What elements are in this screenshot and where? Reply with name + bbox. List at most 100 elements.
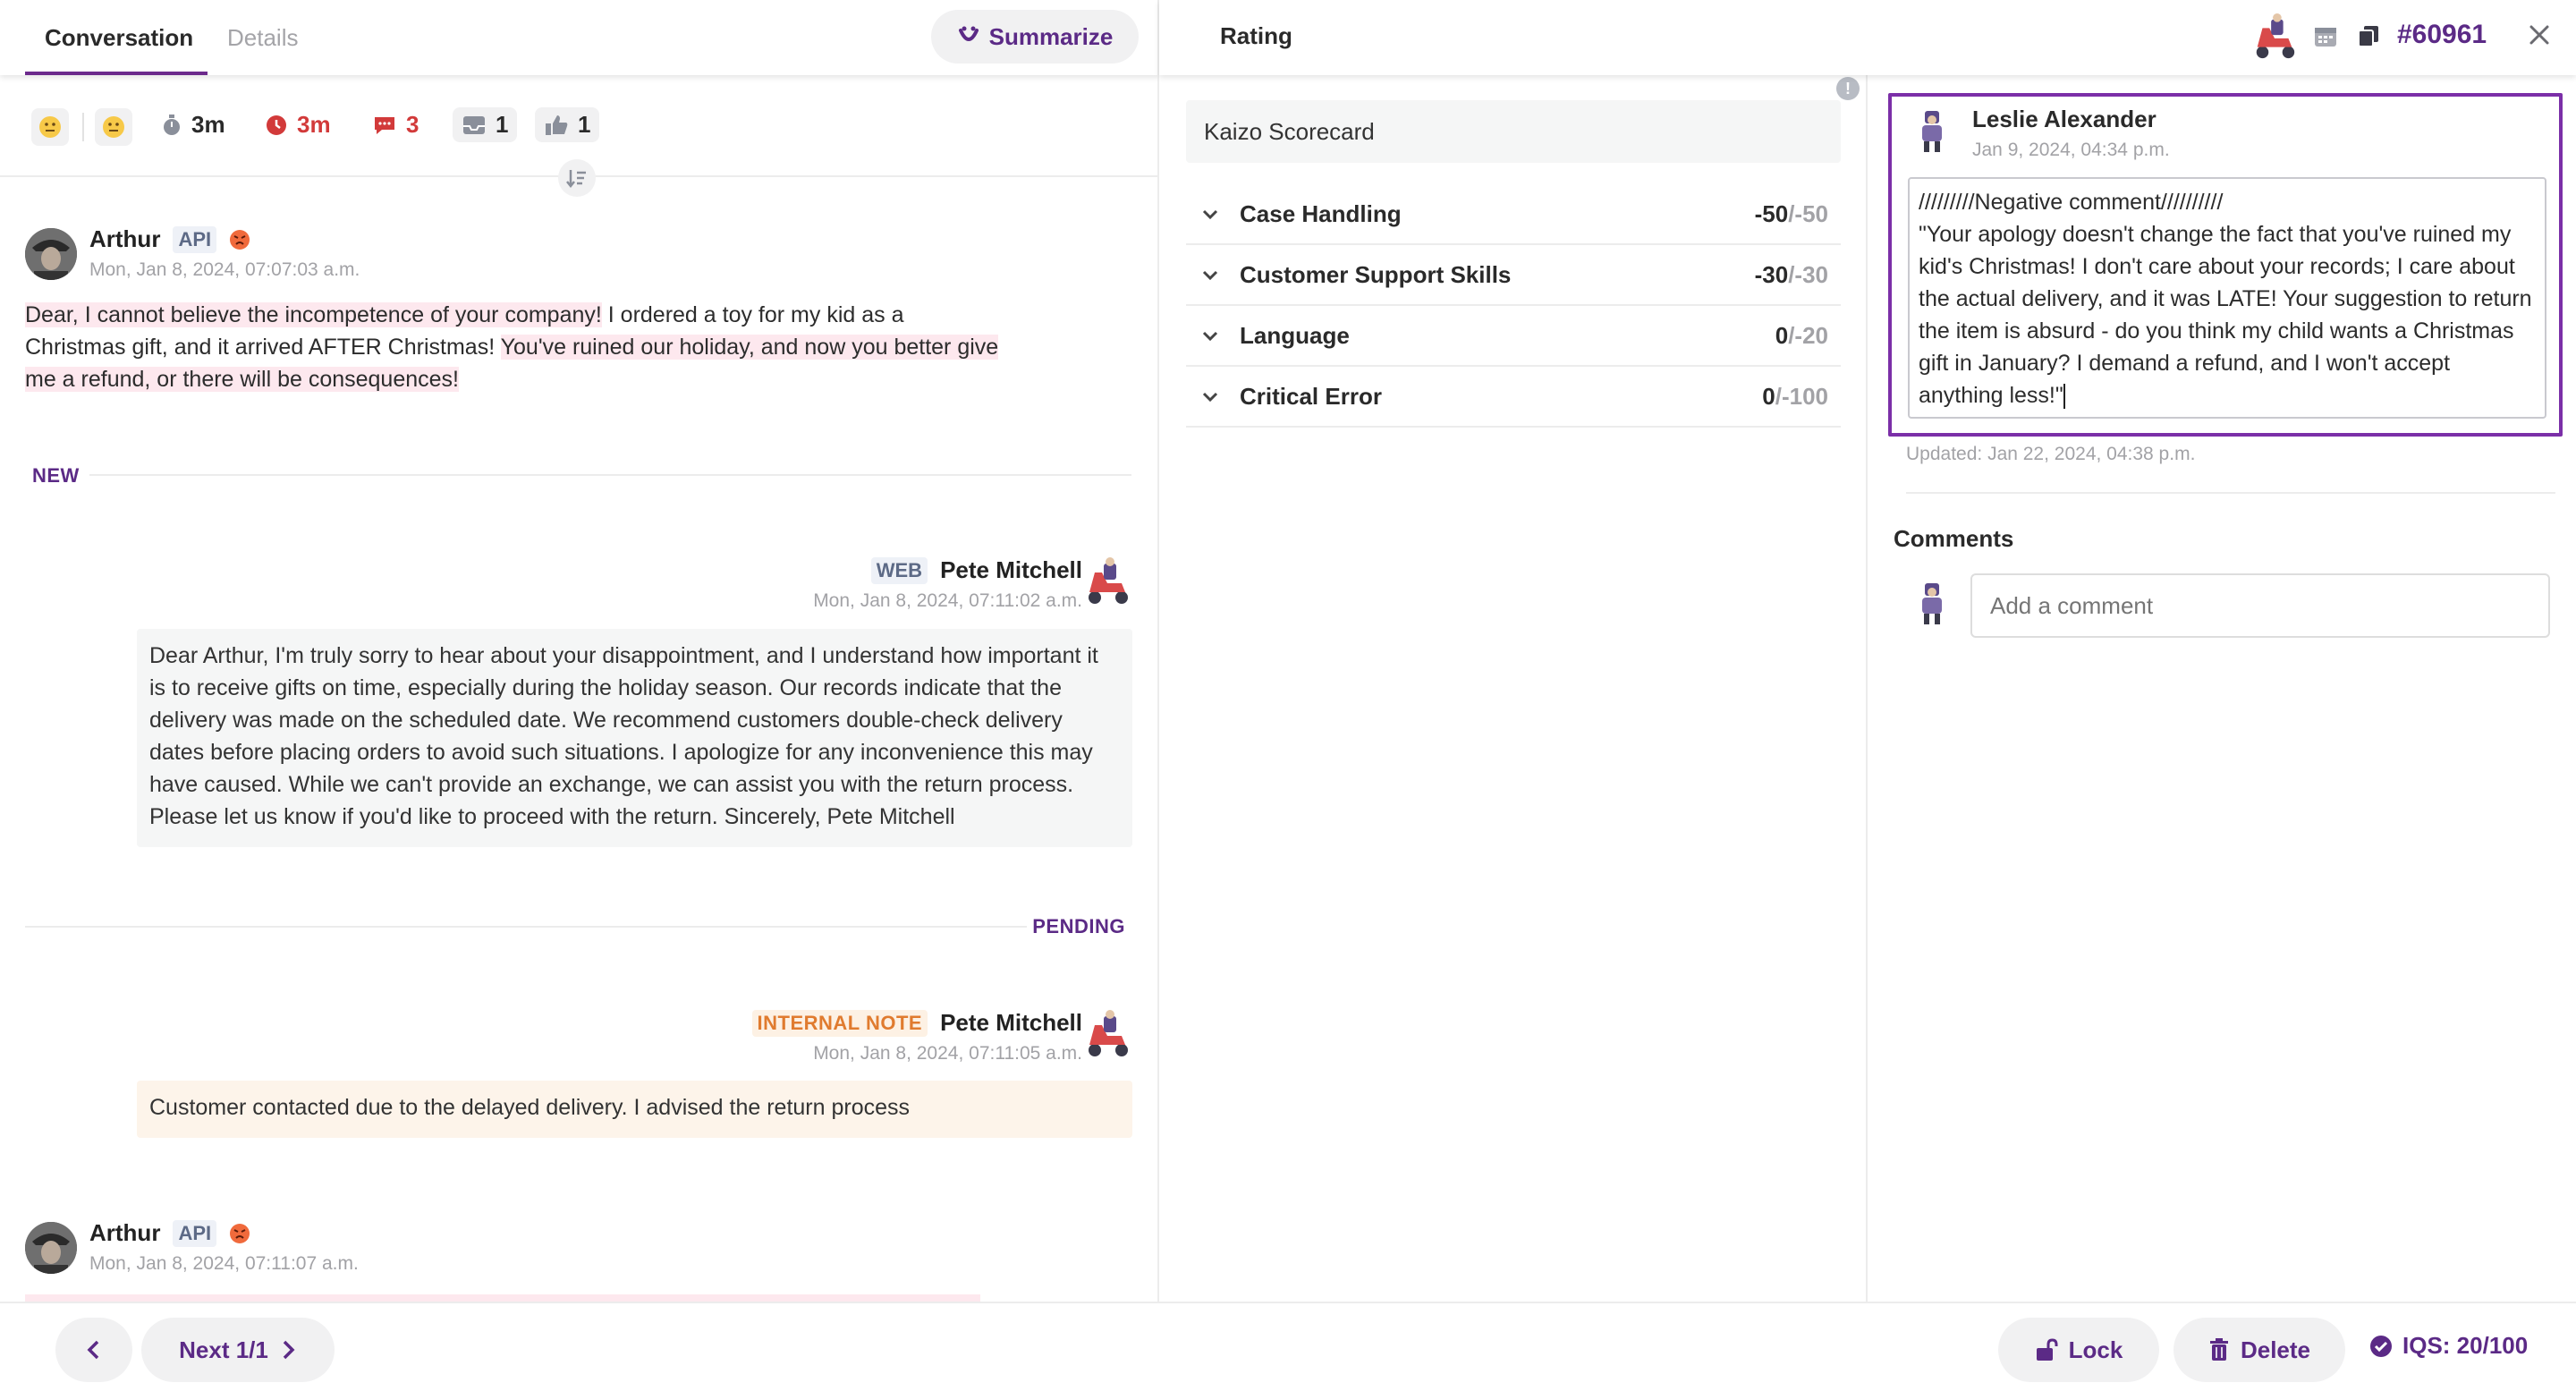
tickets-stat[interactable]: 1 [453, 107, 518, 142]
ticket-id[interactable]: #60961 [2397, 20, 2487, 50]
next-button[interactable]: Next 1/1 [141, 1318, 335, 1382]
response-time-stat: 3m [265, 111, 331, 139]
handle-time-stat: 3m [161, 111, 225, 139]
sort-order-button[interactable] [558, 159, 596, 197]
rating-header: Rating #60961 [1159, 0, 2576, 75]
lock-label: Lock [2068, 1336, 2123, 1363]
chevron-down-icon [1202, 331, 1218, 342]
internal-note-badge: INTERNAL NOTE [751, 1009, 928, 1037]
summarize-label: Summarize [988, 22, 1114, 50]
review-updated: Updated: Jan 22, 2024, 04:38 p.m. [1906, 444, 2196, 464]
avatar-arthur [25, 228, 77, 280]
category-name: Language [1240, 321, 1350, 349]
divider-line [1906, 492, 2555, 494]
category-name: Customer Support Skills [1240, 260, 1512, 288]
category-score: 0/-100 [1762, 382, 1828, 410]
score-row-critical-error[interactable]: Critical Error 0/-100 [1186, 367, 1841, 428]
messages-value: 3 [406, 111, 419, 138]
message-2-bubble: Dear Arthur, I'm truly sorry to hear abo… [137, 629, 1132, 847]
lock-button[interactable]: Lock [1998, 1318, 2159, 1382]
stats-divider [82, 113, 84, 141]
chevron-left-icon [87, 1340, 99, 1360]
review-comment-textarea[interactable]: /////////Negative comment////////// "You… [1908, 177, 2546, 419]
reviewer-avatar [1915, 109, 1949, 154]
review-text: "Your apology doesn't change the fact th… [1919, 222, 2532, 410]
message-timestamp: Mon, Jan 8, 2024, 07:11:05 a.m. [813, 1043, 1082, 1064]
tickets-value: 1 [496, 111, 509, 138]
message-timestamp: Mon, Jan 8, 2024, 07:07:03 a.m. [89, 259, 360, 280]
sparkle-icon [958, 26, 979, 41]
likes-stat[interactable]: 1 [535, 107, 600, 142]
message-timestamp: Mon, Jan 8, 2024, 07:11:02 a.m. [813, 590, 1082, 611]
calendar-icon[interactable] [2313, 23, 2338, 48]
category-score: -30/-30 [1754, 260, 1828, 288]
summarize-button[interactable]: Summarize [931, 10, 1139, 64]
message-text: I ordered a toy for my kid as a [601, 302, 904, 327]
rating-title: Rating [1220, 22, 1292, 49]
score-row-case-handling[interactable]: Case Handling -50/-50 [1186, 184, 1841, 245]
trash-icon [2209, 1338, 2228, 1361]
divider-pending-label: PENDING [1032, 915, 1125, 937]
score-row-customer-support-skills[interactable]: Customer Support Skills -30/-30 [1186, 245, 1841, 306]
agent-avatar-icon[interactable] [2250, 13, 2299, 61]
review-line: /////////Negative comment////////// [1919, 190, 2224, 215]
divider-line [25, 926, 1027, 928]
copy-icon[interactable] [2356, 23, 2381, 48]
chevron-right-icon [283, 1340, 295, 1360]
delete-button[interactable]: Delete [2174, 1318, 2345, 1382]
text-cursor [2063, 384, 2065, 410]
category-name: Case Handling [1240, 199, 1402, 227]
avatar-arthur [25, 1222, 77, 1274]
conversation-header: Conversation Details Summarize [0, 0, 1157, 75]
current-user-avatar [1915, 581, 1949, 626]
comment-input[interactable] [1970, 573, 2550, 638]
channel-badge: API [173, 1219, 217, 1247]
angry-face-icon [230, 229, 250, 250]
conversation-panel: Conversation Details Summarize 3m 3m 3 1… [0, 0, 1159, 1302]
info-icon[interactable]: ! [1836, 77, 1860, 100]
iqs-label: IQS: 20/100 [2402, 1332, 2529, 1359]
review-date: Jan 9, 2024, 04:34 p.m. [1972, 140, 2170, 160]
sentiment-neutral-agent-icon[interactable] [95, 108, 132, 146]
thumbs-up-icon [546, 115, 568, 135]
clock-alert-icon [267, 115, 286, 135]
sort-icon [566, 170, 586, 189]
review-card: Leslie Alexander Jan 9, 2024, 04:34 p.m.… [1888, 93, 2563, 437]
author-name: Pete Mitchell [940, 556, 1082, 583]
divider-new-label: NEW [32, 464, 80, 487]
chat-bubble-icon [375, 116, 394, 134]
highlighted-text: Dear, I cannot believe the incompetence … [25, 302, 602, 327]
message-1-body: Dear, I cannot believe the incompetence … [25, 299, 1063, 395]
delete-label: Delete [2240, 1336, 2311, 1363]
chevron-down-icon [1202, 270, 1218, 281]
message-3-header: INTERNAL NOTE Pete Mitchell [751, 1009, 1082, 1037]
iqs-score[interactable]: IQS: 20/100 [2368, 1332, 2528, 1360]
highlighted-text-cutoff [25, 1294, 980, 1302]
channel-badge: WEB [870, 556, 928, 584]
score-row-language[interactable]: Language 0/-20 [1186, 306, 1841, 367]
close-icon[interactable] [2528, 23, 2551, 47]
next-label: Next 1/1 [179, 1336, 268, 1363]
chevron-down-icon [1202, 209, 1218, 220]
chevron-down-icon [1202, 392, 1218, 403]
category-name: Critical Error [1240, 382, 1382, 410]
angry-face-icon [230, 1223, 250, 1243]
scorecard-name[interactable]: Kaizo Scorecard [1186, 100, 1841, 163]
message-4-header: Arthur API [89, 1219, 250, 1247]
sentiment-neutral-icon[interactable] [31, 108, 69, 146]
previous-button[interactable] [55, 1318, 132, 1382]
author-name: Arthur [89, 225, 161, 252]
message-timestamp: Mon, Jan 8, 2024, 07:11:07 a.m. [89, 1253, 359, 1274]
message-3-bubble: Customer contacted due to the delayed de… [137, 1081, 1132, 1138]
message-2-header: WEB Pete Mitchell [870, 556, 1082, 584]
category-score: -50/-50 [1754, 199, 1828, 227]
tab-details[interactable]: Details [227, 0, 298, 75]
footer-bar: Next 1/1 Lock Delete IQS: 20/100 [0, 1302, 2576, 1391]
tab-conversation[interactable]: Conversation [45, 0, 193, 75]
reviewer-name: Leslie Alexander [1972, 106, 2157, 132]
avatar-pete [1082, 1009, 1132, 1059]
tab-underline [25, 72, 208, 75]
messages-stat: 3 [372, 111, 419, 139]
comments-title: Comments [1894, 525, 2014, 552]
category-score: 0/-20 [1775, 321, 1828, 349]
